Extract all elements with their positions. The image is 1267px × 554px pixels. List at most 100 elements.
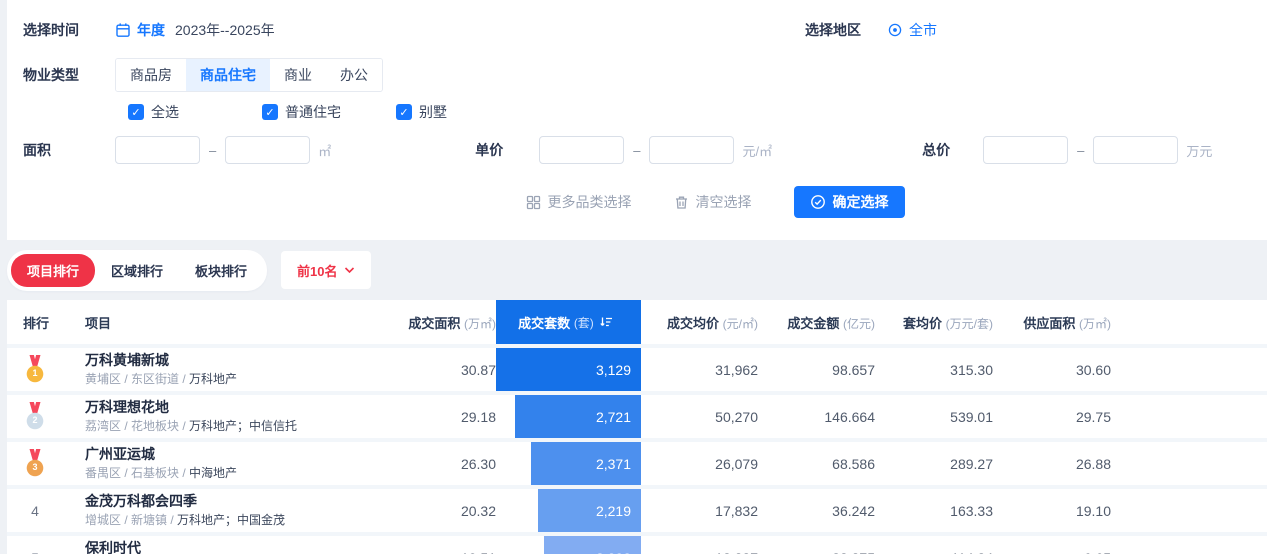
confirm-selection-button[interactable]: 确定选择	[794, 186, 905, 218]
units-bar: 2,219	[538, 489, 641, 532]
cell-per-unit: 163.33	[875, 503, 993, 519]
time-filter-label: 选择时间	[23, 20, 91, 40]
table-row[interactable]: 1 万科黄埔新城 黄埔区 / 东区街道 / 万科地产 30.87 3,129 3…	[7, 344, 1267, 391]
checkbox-select-all[interactable]: ✓ 全选	[128, 102, 262, 122]
filter-actions-row: 更多品类选择 清空选择 确定选择	[23, 186, 1267, 218]
rank-number: 3	[24, 462, 46, 472]
units-bar: 2,090	[544, 536, 641, 554]
cell-supply: 6.65	[993, 550, 1111, 554]
area-range-dash: –	[209, 143, 216, 158]
checkbox-villa[interactable]: ✓ 别墅	[396, 102, 530, 122]
cell-units-bar: 3,129	[496, 348, 641, 391]
unit-price-min-input[interactable]	[539, 136, 624, 164]
total-price-unit-label: 万元	[1186, 141, 1212, 160]
filter-panel: 选择时间 年度 2023年--2025年 选择地区 全市	[7, 0, 1267, 240]
area-min-input[interactable]	[115, 136, 200, 164]
unit-price-filter: 单价 – 元/㎡	[475, 136, 772, 164]
rank-number: 1	[24, 368, 46, 378]
cell-per-unit: 539.01	[875, 409, 993, 425]
region-value: 全市	[909, 20, 937, 40]
region-filter-label: 选择地区	[805, 20, 861, 40]
region-selector[interactable]: 全市	[887, 20, 937, 40]
rank-number: 5	[31, 550, 39, 554]
cell-area: 26.30	[386, 456, 496, 472]
project-name: 金茂万科都会四季	[85, 493, 386, 510]
range-filters-row: 面积 – ㎡ 单价 – 元/㎡ 总价 – 万元	[23, 136, 1267, 164]
ranking-table: 排行 项目 成交面积 (万㎡) 成交套数 (套) 成交均价 (元/㎡) 成交金额…	[7, 300, 1267, 554]
col-header-avg-price[interactable]: 成交均价 (元/㎡)	[641, 313, 758, 332]
chevron-down-icon	[344, 266, 355, 274]
cell-amount: 146.664	[758, 409, 875, 425]
project-subtitle: 番禺区 / 石基板块 / 中海地产	[85, 465, 386, 481]
cell-amount: 98.657	[758, 362, 875, 378]
col-header-units-sorted[interactable]: 成交套数 (套)	[496, 300, 641, 344]
property-tab-residential[interactable]: 商品住宅	[186, 59, 270, 91]
checkbox-checked-icon: ✓	[128, 104, 144, 120]
region-filter: 选择地区 全市	[805, 20, 937, 40]
units-bar: 2,721	[515, 395, 641, 438]
cell-per-unit: 114.24	[875, 550, 993, 554]
top-n-dropdown[interactable]: 前10名	[281, 251, 370, 289]
project-subtitle: 荔湾区 / 花地板块 / 万科地产；中信信托	[85, 418, 386, 434]
clear-selection-button[interactable]: 清空选择	[674, 192, 752, 212]
cell-area: 20.32	[386, 503, 496, 519]
col-header-per-unit[interactable]: 套均价 (万元/套)	[875, 313, 993, 332]
total-price-min-input[interactable]	[983, 136, 1068, 164]
table-row[interactable]: 3 广州亚运城 番禺区 / 石基板块 / 中海地产 26.30 2,371 26…	[7, 438, 1267, 485]
cell-supply: 30.60	[993, 362, 1111, 378]
cell-units-bar: 2,090	[496, 536, 641, 554]
property-tab-commodity-house[interactable]: 商品房	[116, 59, 186, 91]
table-row[interactable]: 4 金茂万科都会四季 增城区 / 新塘镇 / 万科地产；中国金茂 20.32 2…	[7, 485, 1267, 532]
time-mode-selector[interactable]: 年度	[115, 20, 165, 40]
cell-units-bar: 2,721	[496, 395, 641, 438]
tab-district-ranking[interactable]: 区域排行	[95, 254, 179, 287]
ranking-tabs: 项目排行 区域排行 板块排行	[7, 250, 267, 291]
location-icon	[887, 22, 903, 38]
property-tab-commercial[interactable]: 商业	[270, 59, 326, 91]
cell-avg-price: 31,962	[641, 362, 758, 378]
col-header-rank: 排行	[7, 313, 77, 332]
cell-area: 29.18	[386, 409, 496, 425]
table-row[interactable]: 2 万科理想花地 荔湾区 / 花地板块 / 万科地产；中信信托 29.18 2,…	[7, 391, 1267, 438]
project-subtitle: 增城区 / 新塘镇 / 万科地产；中国金茂	[85, 512, 386, 528]
col-header-area[interactable]: 成交面积 (万㎡)	[386, 313, 496, 332]
col-header-amount[interactable]: 成交金额 (亿元)	[758, 313, 875, 332]
gold-medal-icon: 1	[24, 355, 46, 384]
more-categories-label: 更多品类选择	[548, 192, 632, 212]
tab-block-ranking[interactable]: 板块排行	[179, 254, 263, 287]
cell-supply: 19.10	[993, 503, 1111, 519]
cell-units-bar: 2,371	[496, 442, 641, 485]
table-header-row: 排行 项目 成交面积 (万㎡) 成交套数 (套) 成交均价 (元/㎡) 成交金额…	[7, 300, 1267, 344]
tab-project-ranking[interactable]: 项目排行	[11, 254, 95, 287]
units-bar: 2,371	[531, 442, 641, 485]
table-row[interactable]: 5 保利时代 从化区 / 街口板块 / 保利发展 19.51 2,090 12,…	[7, 532, 1267, 554]
area-max-input[interactable]	[225, 136, 310, 164]
project-subtitle: 黄埔区 / 东区街道 / 万科地产	[85, 371, 386, 387]
check-circle-icon	[810, 194, 826, 210]
unit-price-unit-label: 元/㎡	[742, 141, 772, 160]
property-type-tabs: 商品房 商品住宅 商业 办公	[115, 58, 383, 92]
cell-area: 19.51	[386, 550, 496, 554]
property-tab-office[interactable]: 办公	[326, 59, 382, 91]
col-header-supply[interactable]: 供应面积 (万㎡)	[993, 313, 1111, 332]
area-unit-label: ㎡	[318, 141, 331, 160]
project-name: 万科黄埔新城	[85, 352, 386, 369]
bronze-medal-icon: 3	[24, 449, 46, 478]
grid-icon	[526, 195, 541, 210]
more-categories-button[interactable]: 更多品类选择	[526, 192, 632, 212]
unit-price-max-input[interactable]	[649, 136, 734, 164]
cell-avg-price: 26,079	[641, 456, 758, 472]
area-filter-label: 面积	[23, 140, 91, 160]
total-price-max-input[interactable]	[1093, 136, 1178, 164]
rank-number: 4	[31, 503, 39, 519]
cell-amount: 36.242	[758, 503, 875, 519]
cell-area: 30.87	[386, 362, 496, 378]
project-name: 保利时代	[85, 540, 386, 554]
total-price-filter: 总价 – 万元	[922, 136, 1212, 164]
cell-amount: 68.586	[758, 456, 875, 472]
checkbox-ordinary-residential[interactable]: ✓ 普通住宅	[262, 102, 396, 122]
checkbox-label: 别墅	[419, 102, 447, 122]
cell-avg-price: 12,237	[641, 550, 758, 554]
time-range-value[interactable]: 2023年--2025年	[175, 20, 275, 40]
cell-avg-price: 17,832	[641, 503, 758, 519]
